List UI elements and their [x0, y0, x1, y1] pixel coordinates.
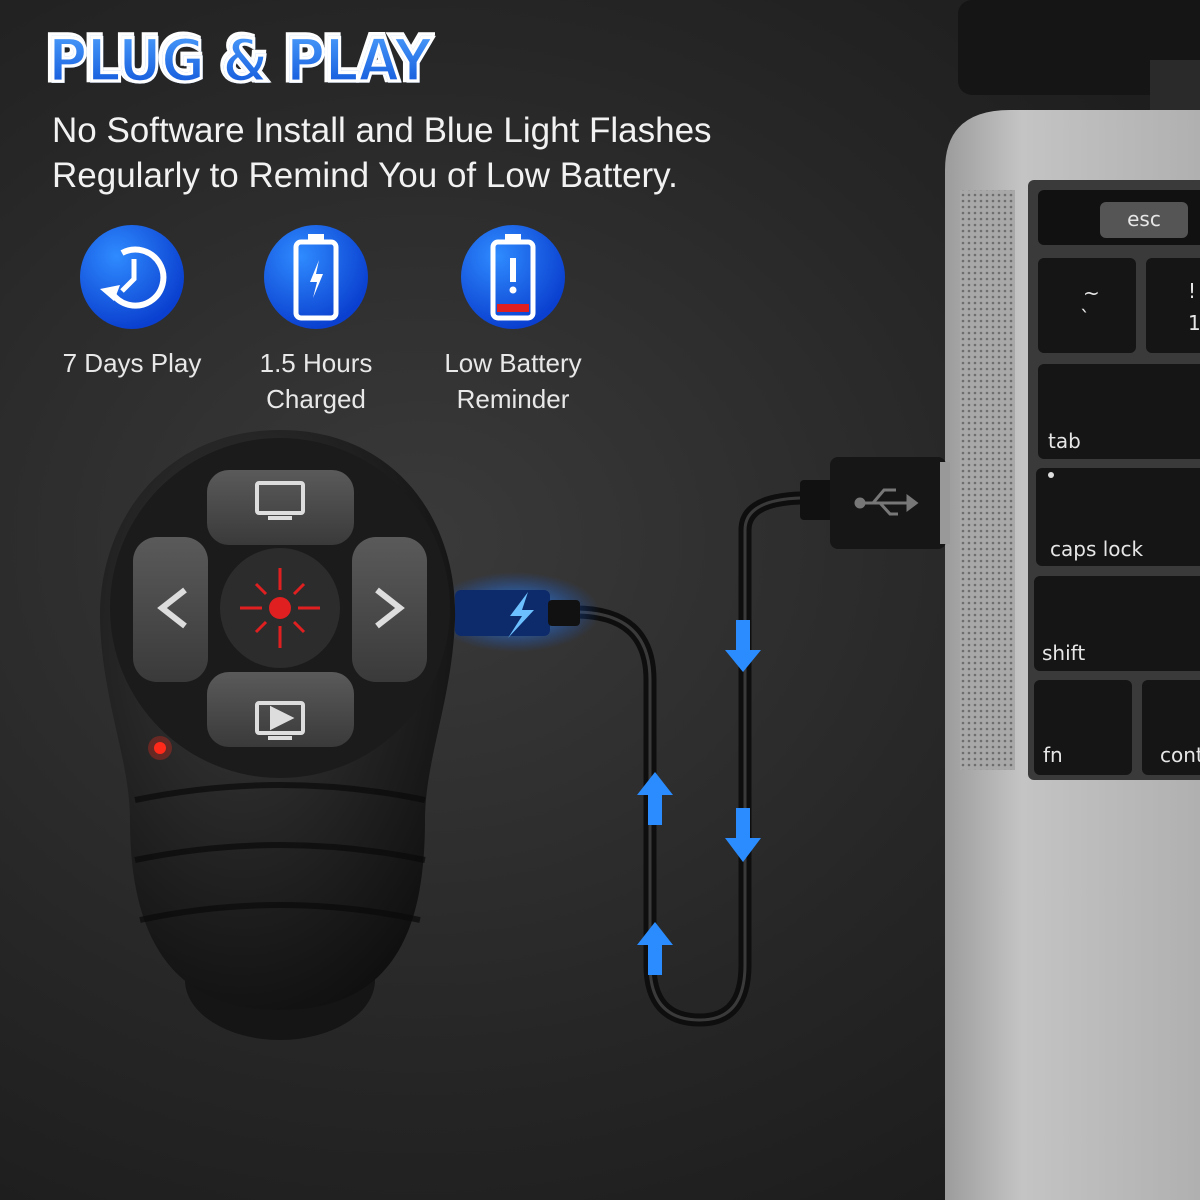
arrow-up-icon: [637, 922, 673, 975]
previous-slide-button[interactable]: [133, 537, 208, 682]
laptop: esc ~ ` ! 1 tab caps lock shift fn contr…: [945, 0, 1200, 1200]
feature-label: Reminder: [456, 384, 570, 414]
feature-label: Low Battery: [444, 348, 582, 378]
next-slide-button[interactable]: [352, 537, 427, 682]
presenter-remote: [99, 430, 456, 1040]
tilde-key-bottom: `: [1080, 306, 1090, 330]
battery-charging-icon: [264, 225, 368, 329]
usb-c-connector: [455, 590, 550, 636]
one-key-bottom: 1: [1188, 311, 1200, 335]
arrow-up-icon: [637, 772, 673, 825]
subtitle-line-2: Regularly to Remind You of Low Battery.: [52, 156, 678, 195]
feature-charge-time: 1.5 Hours Charged: [216, 225, 416, 417]
feature-label: Charged: [266, 384, 366, 414]
feature-label: 7 Days Play: [62, 348, 202, 378]
keyboard: esc ~ ` ! 1 tab caps lock shift fn contr…: [1034, 190, 1200, 775]
fn-key-label: fn: [1043, 743, 1063, 767]
clock-refresh-icon: [80, 225, 184, 329]
caps-lock-key-label: caps lock: [1050, 537, 1144, 561]
esc-key-label: esc: [1127, 207, 1161, 231]
feature-low-battery: Low Battery Reminder: [413, 225, 613, 417]
product-banner: esc ~ ` ! 1 tab caps lock shift fn contr…: [0, 0, 1200, 1200]
one-key[interactable]: [1146, 258, 1200, 353]
arrow-down-icon: [725, 620, 761, 672]
speaker-grille: [960, 190, 1015, 770]
slideshow-button[interactable]: [207, 672, 354, 747]
subtitle: No Software Install and Blue Light Flash…: [52, 108, 712, 198]
one-key-top: !: [1188, 279, 1196, 303]
usb-cable: [430, 457, 950, 1027]
shift-key-label: shift: [1042, 641, 1085, 665]
feature-label: 1.5 Hours: [259, 348, 373, 378]
subtitle-line-1: No Software Install and Blue Light Flash…: [52, 111, 712, 150]
arrow-down-icon: [725, 808, 761, 862]
tilde-key-top: ~: [1083, 281, 1100, 305]
feature-play-time: 7 Days Play: [32, 225, 232, 381]
headline: PLUG & PLAY: [47, 24, 435, 97]
control-key-label: control: [1160, 743, 1200, 767]
caps-lock-indicator: [1048, 472, 1054, 478]
battery-low-alert-icon: [461, 225, 565, 329]
tab-key-label: tab: [1048, 429, 1081, 453]
